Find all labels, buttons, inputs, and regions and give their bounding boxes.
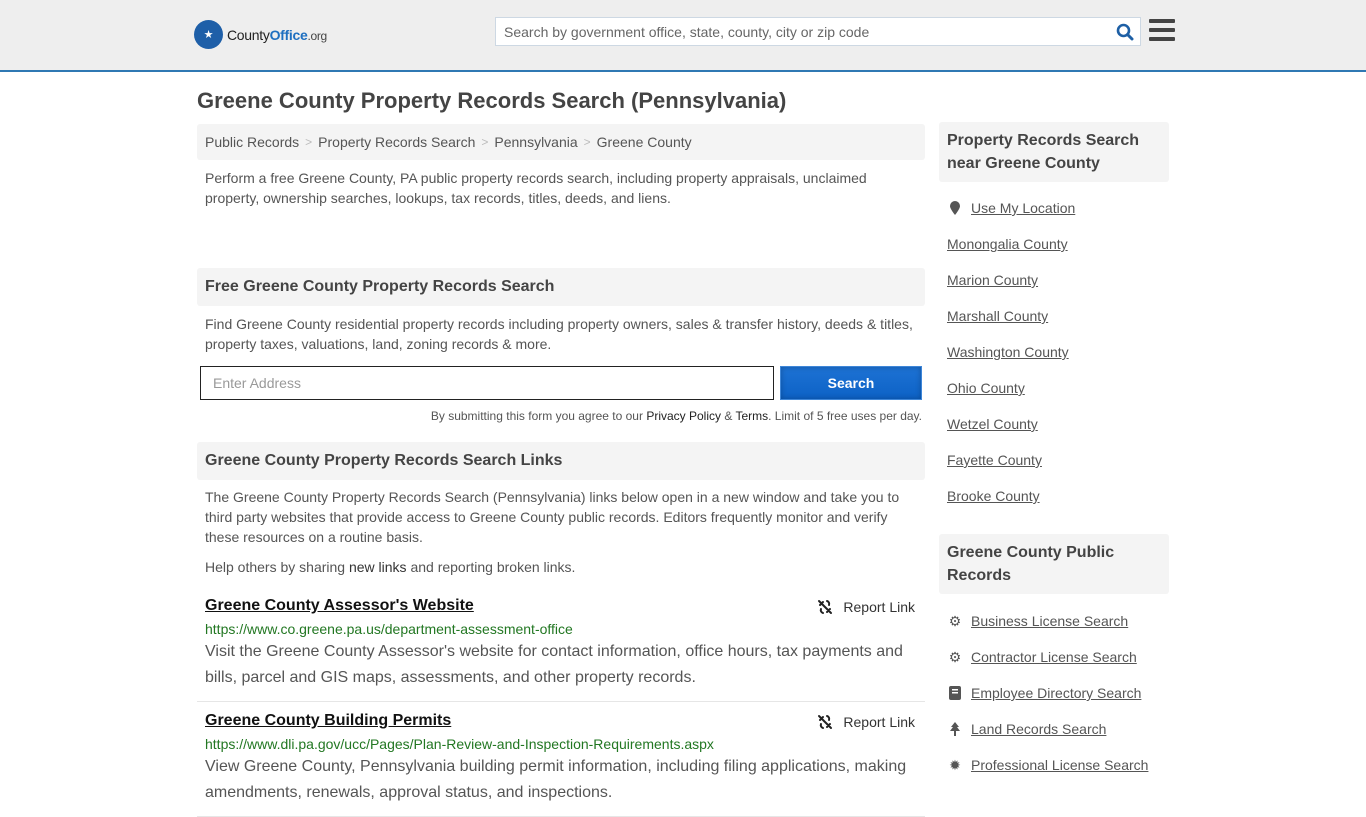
nearby-item: Marion County — [947, 262, 1161, 298]
link-entry: Greene County Assessor's Website Report … — [197, 587, 925, 702]
help-text-a: Help others by sharing — [205, 559, 349, 575]
nearby-item: Wetzel County — [947, 406, 1161, 442]
broken-link-icon — [818, 600, 833, 614]
breadcrumb: Public Records > Property Records Search >… — [197, 124, 925, 160]
breadcrumb-separator: > — [481, 135, 489, 149]
report-link-label: Report Link — [843, 714, 915, 730]
use-location-item: Use My Location — [947, 190, 1161, 226]
logo-text: CountyOffice.org — [227, 26, 327, 43]
help-text: Help others by sharing new links and rep… — [197, 547, 925, 577]
hamburger-menu-icon[interactable] — [1149, 19, 1175, 41]
nearby-county-link[interactable]: Brooke County — [947, 488, 1040, 504]
breadcrumb-separator: > — [583, 135, 591, 149]
link-description: Visit the Greene County Assessor's websi… — [205, 643, 903, 686]
site-search — [495, 17, 1141, 46]
link-title[interactable]: Greene County Assessor's Website — [205, 597, 474, 614]
broken-link-icon — [818, 715, 833, 729]
public-record-item: Employee Directory Search — [947, 675, 1161, 711]
nearby-heading: Property Records Search near Greene Coun… — [939, 122, 1169, 182]
report-link-label: Report Link — [843, 599, 915, 615]
search-button[interactable]: Search — [780, 366, 922, 400]
privacy-policy-link[interactable]: Privacy Policy — [646, 409, 721, 423]
public-records-heading: Greene County Public Records — [939, 534, 1169, 594]
link-description: View Greene County, Pennsylvania buildin… — [205, 758, 907, 801]
search-icon[interactable] — [1110, 18, 1140, 45]
logo[interactable]: ★ CountyOffice.org — [194, 20, 327, 49]
nearby-item: Ohio County — [947, 370, 1161, 406]
sidebar: Property Records Search near Greene Coun… — [939, 122, 1169, 783]
nearby-county-link[interactable]: Washington County — [947, 344, 1069, 360]
nearby-item: Fayette County — [947, 442, 1161, 478]
help-text-b: and reporting broken links. — [406, 559, 576, 575]
free-search-heading: Free Greene County Property Records Sear… — [197, 268, 925, 306]
link-entry: Greene County Building Permits Report Li… — [197, 702, 925, 817]
use-my-location-link[interactable]: Use My Location — [971, 200, 1075, 216]
nearby-county-link[interactable]: Marion County — [947, 272, 1038, 288]
breadcrumb-current: Greene County — [596, 134, 692, 150]
link-title[interactable]: Greene County Building Permits — [205, 712, 451, 729]
book-icon — [947, 686, 963, 700]
breadcrumb-separator: > — [305, 135, 313, 149]
gears-icon: ⚙ — [948, 612, 962, 629]
nearby-county-link[interactable]: Ohio County — [947, 380, 1025, 396]
breadcrumb-item[interactable]: Pennsylvania — [494, 134, 577, 150]
nearby-item: Marshall County — [947, 298, 1161, 334]
public-record-link[interactable]: Business License Search — [971, 613, 1128, 629]
site-header: ★ CountyOffice.org — [0, 0, 1366, 72]
public-record-item: ✹ Professional License Search — [947, 747, 1161, 783]
public-record-link[interactable]: Professional License Search — [971, 757, 1148, 773]
page-title: Greene County Property Records Search (P… — [197, 88, 787, 113]
map-marker-icon — [947, 201, 963, 215]
nearby-item: Monongalia County — [947, 226, 1161, 262]
link-list: Greene County Assessor's Website Report … — [197, 587, 925, 817]
ampersand: & — [721, 409, 736, 423]
public-record-item: Land Records Search — [947, 711, 1161, 747]
links-heading: Greene County Property Records Search Li… — [197, 442, 925, 480]
report-link-button[interactable]: Report Link — [817, 599, 915, 615]
nearby-county-link[interactable]: Wetzel County — [947, 416, 1038, 432]
gear-icon: ⚙ — [948, 648, 962, 665]
site-search-input[interactable] — [496, 18, 1110, 45]
free-search-text: Find Greene County residential property … — [205, 316, 913, 352]
badge-icon: ✹ — [949, 756, 961, 773]
public-record-link[interactable]: Land Records Search — [971, 721, 1106, 737]
terms-link[interactable]: Terms — [735, 409, 768, 423]
nearby-county-link[interactable]: Monongalia County — [947, 236, 1068, 252]
nearby-list: Use My Location Monongalia County Marion… — [939, 182, 1169, 514]
disclaimer-text: By submitting this form you agree to our — [430, 409, 647, 423]
link-url: https://www.co.greene.pa.us/department-a… — [205, 621, 573, 637]
nearby-item: Brooke County — [947, 478, 1161, 514]
public-record-item: ⚙ Business License Search — [947, 603, 1161, 639]
public-record-link[interactable]: Contractor License Search — [971, 649, 1137, 665]
breadcrumb-item[interactable]: Public Records — [205, 134, 299, 150]
address-search-form: Search — [197, 366, 925, 400]
link-url: https://www.dli.pa.gov/ucc/Pages/Plan-Re… — [205, 736, 714, 752]
main-content: Public Records > Property Records Search >… — [197, 124, 925, 817]
public-records-list: ⚙ Business License Search ⚙ Contractor Lic… — [939, 594, 1169, 783]
nearby-county-link[interactable]: Fayette County — [947, 452, 1042, 468]
eagle-logo-icon: ★ — [194, 20, 223, 49]
links-text: The Greene County Property Records Searc… — [205, 489, 900, 545]
intro-text: Perform a free Greene County, PA public … — [205, 170, 867, 206]
address-input[interactable] — [200, 366, 774, 400]
breadcrumb-item[interactable]: Property Records Search — [318, 134, 475, 150]
limit-text: . Limit of 5 free uses per day. — [768, 409, 922, 423]
public-record-item: ⚙ Contractor License Search — [947, 639, 1161, 675]
nearby-item: Washington County — [947, 334, 1161, 370]
report-link-button[interactable]: Report Link — [817, 714, 915, 730]
new-links-link[interactable]: new links — [349, 559, 407, 575]
nearby-county-link[interactable]: Marshall County — [947, 308, 1048, 324]
form-disclaimer: By submitting this form you agree to our… — [197, 409, 925, 423]
tree-icon — [947, 722, 963, 736]
public-record-link[interactable]: Employee Directory Search — [971, 685, 1141, 701]
